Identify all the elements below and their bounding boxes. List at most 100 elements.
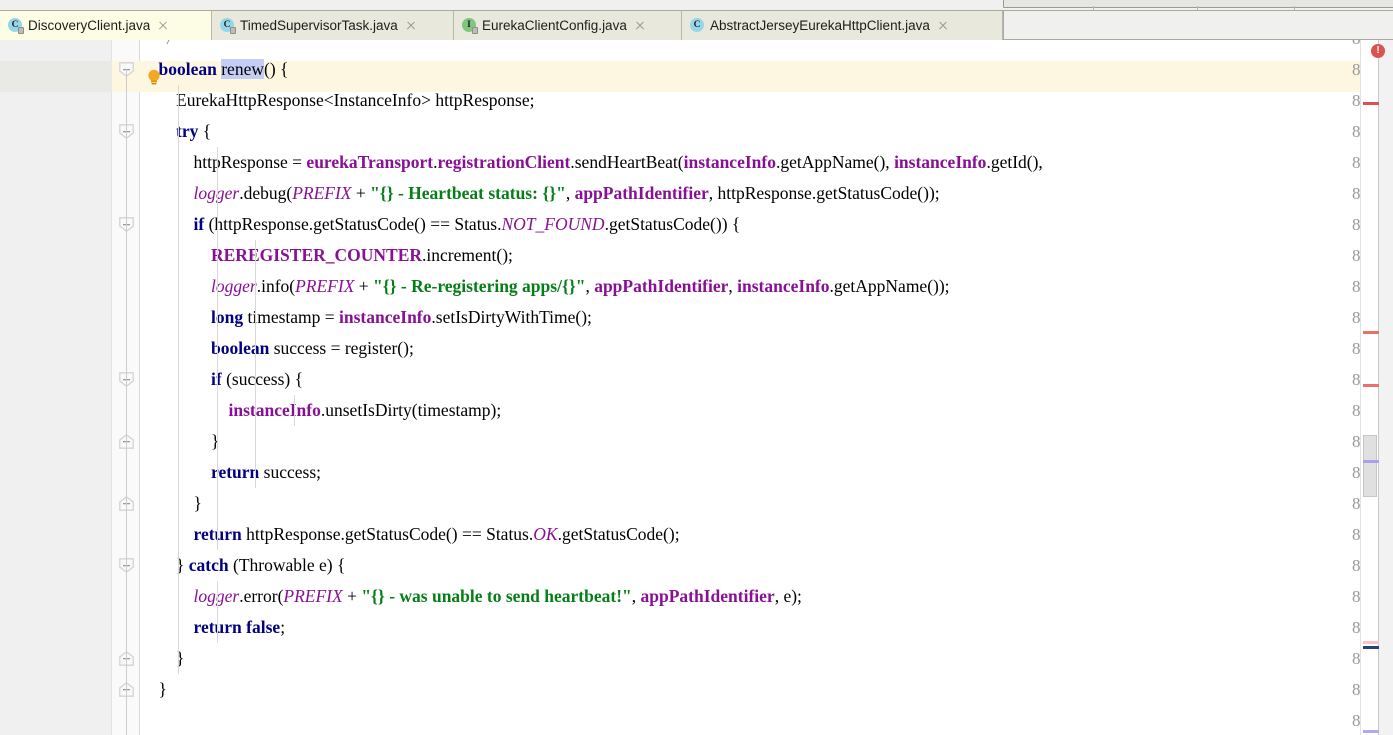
editor-tab-abstractjerseyeurekahttpclient[interactable]: C AbstractJerseyEurekaHttpClient.java (682, 11, 1003, 40)
code-line[interactable]: logger.info(PREFIX + "{} - Re-registerin… (141, 271, 950, 302)
code-token: renew (221, 59, 264, 79)
indent-guide (178, 364, 179, 395)
fold-connector-line (126, 380, 127, 440)
code-line[interactable]: long timestamp = instanceInfo.setIsDirty… (141, 302, 592, 333)
fold-connector-line (126, 570, 127, 665)
error-stripe[interactable] (1363, 102, 1379, 105)
indent-guide (255, 364, 256, 395)
indent-guide (217, 302, 218, 333)
tab-close-icon[interactable] (405, 20, 417, 32)
error-stripe-marker-gutter[interactable] (1360, 40, 1378, 735)
bookmark-stripe[interactable] (1363, 646, 1379, 649)
code-line[interactable]: boolean success = register(); (141, 333, 414, 364)
java-class-icon: C (220, 18, 236, 34)
code-line[interactable]: instanceInfo.unsetIsDirty(timestamp); (141, 395, 502, 426)
code-token: return (211, 462, 260, 482)
code-token: } (141, 555, 189, 575)
code-token: .sendHeartBeat( (570, 152, 684, 172)
changed-stripe[interactable] (1363, 641, 1379, 644)
editor-tab-timedsupervisortask[interactable]: C TimedSupervisorTask.java (212, 11, 454, 40)
warning-stripe[interactable] (1363, 384, 1379, 387)
code-token: boolean (211, 338, 270, 358)
indent-guide (217, 581, 218, 612)
indent-guide (217, 333, 218, 364)
code-token: "{} - Heartbeat status: {}" (370, 183, 566, 203)
code-token: + (342, 586, 362, 606)
toolbar-search-field[interactable] (1003, 0, 1393, 8)
warning-stripe[interactable] (1363, 331, 1379, 334)
code-line[interactable]: try { (141, 116, 211, 147)
code-line[interactable]: if (httpResponse.getStatusCode() == Stat… (141, 209, 741, 240)
code-token: "{} - Re-registering apps/{}" (373, 276, 586, 296)
lock-icon (230, 27, 236, 34)
code-token: boolean (158, 59, 217, 79)
indent-guide (217, 488, 218, 519)
editor-tab-eurekaclientconfig[interactable]: I EurekaClientConfig.java (454, 11, 682, 40)
indent-guide (178, 209, 179, 240)
tab-close-icon[interactable] (634, 20, 646, 32)
tab-close-icon[interactable] (937, 20, 949, 32)
code-line[interactable]: logger.debug(PREFIX + "{} - Heartbeat st… (141, 178, 940, 209)
code-token: , e); (774, 586, 802, 606)
fold-connector-line (126, 510, 127, 570)
code-token: instanceInfo (894, 152, 987, 172)
tab-label: AbstractJerseyEurekaHttpClient.java (710, 18, 930, 33)
indent-guide (178, 333, 179, 364)
error-count-badge[interactable]: ! (1371, 44, 1385, 58)
code-line[interactable]: return httpResponse.getStatusCode() == S… (141, 519, 680, 550)
editor-tab-discoveryclient[interactable]: C DiscoveryClient.java (0, 11, 212, 40)
code-line[interactable]: return success; (141, 457, 321, 488)
code-token: appPathIdentifier (594, 276, 729, 296)
code-token: */ (141, 40, 173, 48)
code-token: .info( (256, 276, 296, 296)
editor-tab-bar: C DiscoveryClient.java C TimedSupervisor… (0, 11, 1393, 40)
code-line[interactable]: REREGISTER_COUNTER.increment(); (141, 240, 513, 271)
code-token: PREFIX (292, 183, 352, 203)
code-line[interactable]: return false; (141, 612, 286, 643)
code-line[interactable]: boolean renew() { (141, 54, 288, 85)
code-line[interactable]: if (success) { (141, 364, 303, 395)
java-class-icon: C (8, 18, 24, 34)
code-token: , (585, 276, 595, 296)
vertical-scrollbar-thumb[interactable] (1363, 435, 1377, 497)
indent-guide (178, 519, 179, 550)
code-token: } (141, 679, 167, 699)
code-token: , (565, 183, 575, 203)
code-line[interactable]: } catch (Throwable e) { (141, 550, 345, 581)
indent-guide (217, 209, 218, 240)
code-line[interactable]: EurekaHttpResponse<InstanceInfo> httpRes… (141, 85, 534, 116)
code-text[interactable]: */ boolean renew() { EurekaHttpResponse<… (141, 40, 1360, 735)
line-number-gutter[interactable] (0, 40, 112, 735)
indent-guide (178, 457, 179, 488)
code-token: appPathIdentifier (640, 586, 775, 606)
indent-guide (255, 426, 256, 457)
code-line[interactable]: } (141, 488, 202, 519)
indent-guide (217, 178, 218, 209)
code-line[interactable]: } (141, 426, 219, 457)
tab-close-icon[interactable] (157, 20, 169, 32)
code-token: if (193, 214, 205, 234)
fold-connector-line (126, 440, 127, 510)
code-editor[interactable]: 8608618628638648658668678688698708718728… (0, 40, 1393, 735)
code-token: instanceInfo (228, 400, 321, 420)
vertical-scrollbar-track[interactable] (1378, 40, 1393, 735)
indent-guide (178, 147, 179, 178)
indent-guide (178, 271, 179, 302)
code-token: EurekaHttpResponse<InstanceInfo> httpRes… (141, 90, 535, 110)
usage-stripe[interactable] (1363, 460, 1379, 463)
code-token: (success) { (221, 369, 303, 389)
fold-connector-line (126, 665, 127, 735)
code-line[interactable]: */ (141, 40, 173, 54)
code-line[interactable]: httpResponse = eurekaTransport.registrat… (141, 147, 1043, 178)
indent-guide (255, 395, 256, 426)
code-line[interactable]: } (141, 674, 167, 705)
current-line-gutter-highlight (0, 61, 112, 92)
usage-stripe[interactable] (1363, 730, 1379, 733)
code-line[interactable]: logger.error(PREFIX + "{} - was unable t… (141, 581, 802, 612)
